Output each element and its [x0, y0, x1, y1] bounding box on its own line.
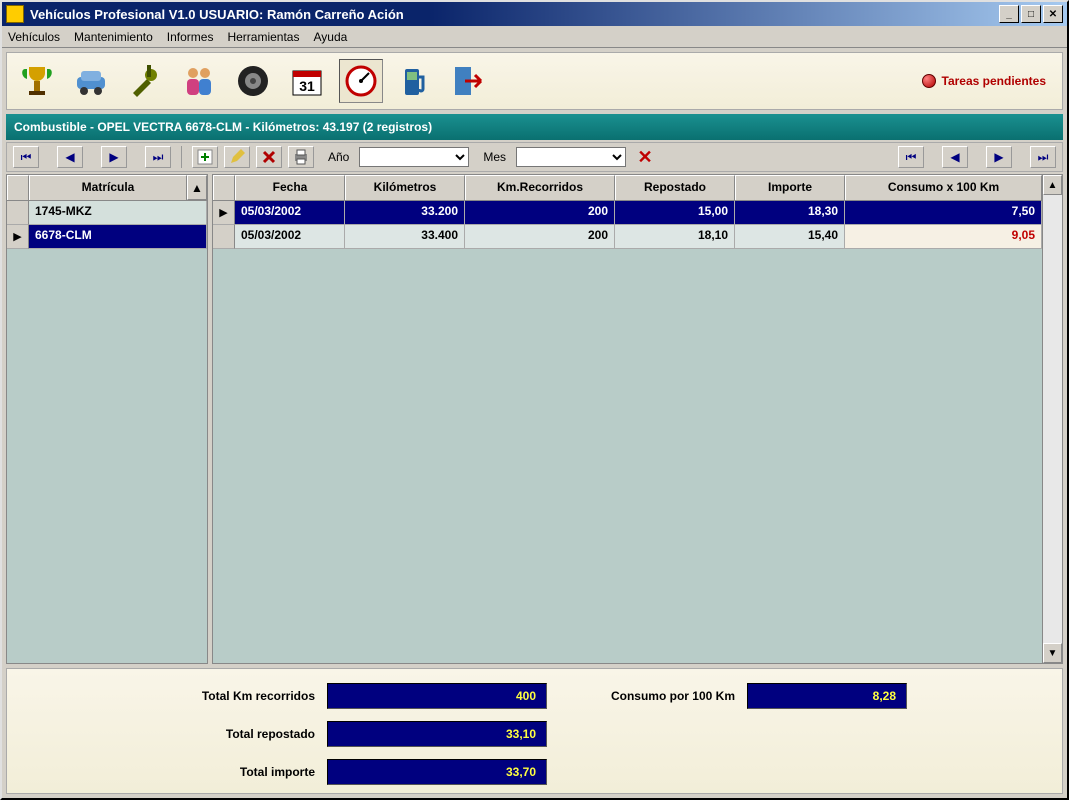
- fuel-icon[interactable]: [393, 59, 437, 103]
- scroll-up-icon[interactable]: ▲: [1043, 175, 1062, 195]
- col-matricula[interactable]: Matrícula: [29, 175, 187, 200]
- minimize-button[interactable]: _: [999, 5, 1019, 23]
- section-header: Combustible - OPEL VECTRA 6678-CLM - Kil…: [6, 114, 1063, 140]
- value-total-importe: 33,70: [327, 759, 547, 785]
- tools-icon[interactable]: [123, 59, 167, 103]
- new-record-icon[interactable]: [192, 146, 218, 168]
- col-fecha[interactable]: Fecha: [235, 175, 345, 200]
- cell-consumo: 7,50: [845, 201, 1042, 225]
- menu-herramientas[interactable]: Herramientas: [227, 30, 299, 44]
- label-total-km: Total Km recorridos: [127, 689, 327, 703]
- tire-icon[interactable]: [231, 59, 275, 103]
- nav-next-left[interactable]: ▶: [101, 146, 127, 168]
- value-total-repostado: 33,10: [327, 721, 547, 747]
- toolbar: 31 Tareas pendientes: [6, 52, 1063, 110]
- print-icon[interactable]: [288, 146, 314, 168]
- section-title: Combustible - OPEL VECTRA 6678-CLM - Kil…: [14, 120, 432, 134]
- vertical-scrollbar[interactable]: ▲ ▼: [1042, 175, 1062, 663]
- car-icon[interactable]: [69, 59, 113, 103]
- maximize-button[interactable]: □: [1021, 5, 1041, 23]
- nav-next-right[interactable]: ▶: [986, 146, 1012, 168]
- menu-ayuda[interactable]: Ayuda: [313, 30, 347, 44]
- vehicles-list: Matrícula ▲ 1745-MKZ ▶ 6678-CLM: [6, 174, 208, 664]
- fuel-grid: Fecha Kilómetros Km.Recorridos Repostado…: [212, 174, 1063, 664]
- vehicle-plate: 1745-MKZ: [29, 201, 207, 225]
- scroll-up-left[interactable]: ▲: [187, 175, 207, 200]
- cell-repostado: 18,10: [615, 225, 735, 249]
- nav-first-left[interactable]: ⏮: [13, 146, 39, 168]
- month-select[interactable]: [516, 147, 626, 167]
- nav-prev-right[interactable]: ◀: [942, 146, 968, 168]
- exit-icon[interactable]: [447, 59, 491, 103]
- col-kilometros[interactable]: Kilómetros: [345, 175, 465, 200]
- vehicle-row[interactable]: 1745-MKZ: [7, 201, 207, 225]
- col-recorridos[interactable]: Km.Recorridos: [465, 175, 615, 200]
- titlebar: Vehículos Profesional V1.0 USUARIO: Ramó…: [2, 2, 1067, 26]
- app-icon: [6, 5, 24, 23]
- pending-tasks-link[interactable]: Tareas pendientes: [922, 74, 1046, 88]
- menu-informes[interactable]: Informes: [167, 30, 214, 44]
- summary-panel: Total Km recorridos 400 Consumo por 100 …: [6, 668, 1063, 794]
- cell-repostado: 15,00: [615, 201, 735, 225]
- menubar: Vehículos Mantenimiento Informes Herrami…: [2, 26, 1067, 48]
- cell-fecha: 05/03/2002: [235, 201, 345, 225]
- vehicle-plate: 6678-CLM: [29, 225, 207, 249]
- vehicle-row[interactable]: ▶ 6678-CLM: [7, 225, 207, 249]
- window-title: Vehículos Profesional V1.0 USUARIO: Ramó…: [30, 7, 999, 22]
- cell-km: 33.200: [345, 201, 465, 225]
- odometer-icon[interactable]: [339, 59, 383, 103]
- nav-first-right[interactable]: ⏮: [898, 146, 924, 168]
- nav-last-left[interactable]: ⏭: [145, 146, 171, 168]
- edit-record-icon[interactable]: [224, 146, 250, 168]
- navigator-bar: ⏮ ◀ ▶ ⏭ Año Mes ✕ ⏮ ◀ ▶ ⏭: [6, 142, 1063, 172]
- cell-km: 33.400: [345, 225, 465, 249]
- alert-icon: [922, 74, 936, 88]
- value-total-km: 400: [327, 683, 547, 709]
- people-icon[interactable]: [177, 59, 221, 103]
- fuel-row[interactable]: 05/03/2002 33.400 200 18,10 15,40 9,05: [213, 225, 1042, 249]
- menu-vehiculos[interactable]: Vehículos: [8, 30, 60, 44]
- pending-label: Tareas pendientes: [942, 74, 1046, 88]
- scroll-down-icon[interactable]: ▼: [1043, 643, 1062, 663]
- clear-filter-icon[interactable]: ✕: [632, 146, 658, 168]
- nav-last-right[interactable]: ⏭: [1030, 146, 1056, 168]
- nav-prev-left[interactable]: ◀: [57, 146, 83, 168]
- app-window: Vehículos Profesional V1.0 USUARIO: Ramó…: [0, 0, 1069, 800]
- cell-recorridos: 200: [465, 201, 615, 225]
- label-total-repostado: Total repostado: [127, 727, 327, 741]
- trophy-icon[interactable]: [15, 59, 59, 103]
- cell-recorridos: 200: [465, 225, 615, 249]
- col-repostado[interactable]: Repostado: [615, 175, 735, 200]
- cell-consumo: 9,05: [845, 225, 1042, 249]
- main-area: Matrícula ▲ 1745-MKZ ▶ 6678-CLM: [6, 174, 1063, 664]
- fuel-row[interactable]: ▶ 05/03/2002 33.200 200 15,00 18,30 7,50: [213, 201, 1042, 225]
- cell-importe: 15,40: [735, 225, 845, 249]
- calendar-icon[interactable]: 31: [285, 59, 329, 103]
- value-consumo: 8,28: [747, 683, 907, 709]
- col-consumo[interactable]: Consumo x 100 Km: [845, 175, 1042, 200]
- close-button[interactable]: ✕: [1043, 5, 1063, 23]
- svg-text:31: 31: [299, 78, 315, 94]
- delete-record-icon[interactable]: [256, 146, 282, 168]
- cell-fecha: 05/03/2002: [235, 225, 345, 249]
- year-label: Año: [328, 150, 349, 164]
- month-label: Mes: [483, 150, 506, 164]
- menu-mantenimiento[interactable]: Mantenimiento: [74, 30, 153, 44]
- year-select[interactable]: [359, 147, 469, 167]
- cell-importe: 18,30: [735, 201, 845, 225]
- label-total-importe: Total importe: [127, 765, 327, 779]
- label-consumo: Consumo por 100 Km: [547, 689, 747, 703]
- col-importe[interactable]: Importe: [735, 175, 845, 200]
